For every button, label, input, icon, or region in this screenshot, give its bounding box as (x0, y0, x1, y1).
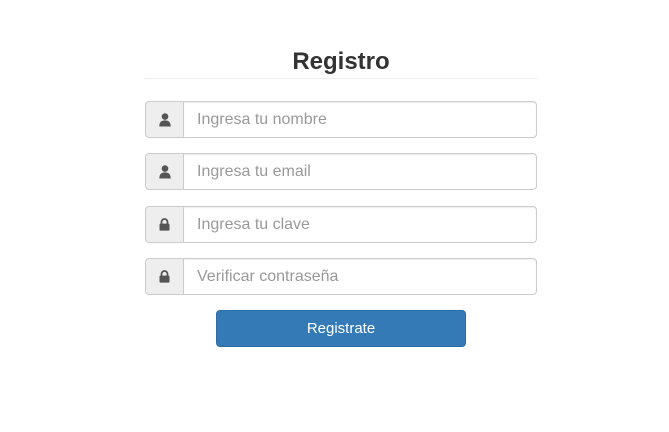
name-input-group (145, 101, 537, 138)
confirm-password-field[interactable] (183, 258, 537, 295)
email-addon (145, 153, 183, 190)
name-addon (145, 101, 183, 138)
form-title: Registro (292, 48, 390, 75)
title-divider (145, 78, 537, 79)
register-button[interactable]: Registrate (216, 310, 466, 347)
password-input-group (145, 206, 537, 243)
name-field[interactable] (183, 101, 537, 138)
user-icon (158, 112, 171, 127)
confirm-password-input-group (145, 258, 537, 295)
user-icon (158, 164, 171, 179)
email-field[interactable] (183, 153, 537, 190)
lock-icon (159, 218, 170, 231)
lock-icon (159, 270, 170, 283)
password-field[interactable] (183, 206, 537, 243)
registration-page: Registro Ingresa tu nombre Ingresa tu em… (0, 0, 669, 432)
confirm-password-addon (145, 258, 183, 295)
password-addon (145, 206, 183, 243)
email-input-group (145, 153, 537, 190)
